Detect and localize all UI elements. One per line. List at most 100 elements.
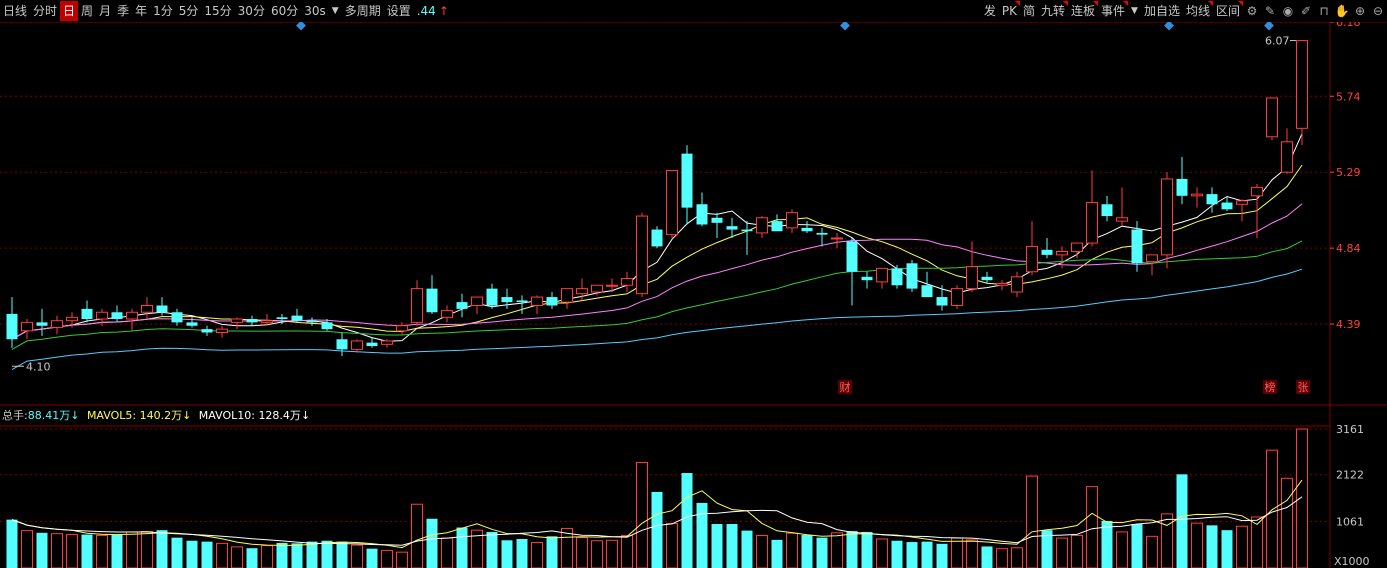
volume-bar [726,524,738,568]
ma30-line [11,240,1303,350]
volume-bar [696,502,708,568]
toolbar-right-item-6[interactable]: 加自选 [1141,1,1183,21]
zoom-out-icon[interactable]: ⊖ [1369,1,1387,21]
volume-bar [621,534,633,568]
event-dropdown-icon[interactable]: ▼ [1128,6,1141,16]
toolbar-right-item-7[interactable]: 均线 [1183,1,1213,21]
toolbar-right-item-8[interactable]: 区间 [1213,1,1244,21]
candle-body [621,278,633,286]
zoom-in-icon[interactable]: ⊕ [1351,1,1369,21]
toolbar-item-8[interactable]: 5分 [176,1,202,21]
volume-bar [681,473,693,568]
mavol5-arrow: ↓ [182,409,192,422]
volume-bar [66,534,78,568]
candle-body [381,340,393,345]
volume-bar [516,538,528,568]
volume-bar [456,527,468,568]
toolbar-item-15[interactable]: .44 [414,1,439,21]
volume-bar [1266,449,1278,568]
candle-body [426,288,438,313]
toolbar-right: 发 PK 简九转 连板 事件 ▼ 加自选 均线 区间 ⚙ ✎ ◉ ✐ ⊓ ✋ ⊕ ⊖ [981,0,1387,22]
toolbar-item-4[interactable]: 月 [96,1,114,21]
toolbar-item-0[interactable]: 日线 [0,1,30,21]
candle-body [186,322,198,326]
candle-body [471,296,483,306]
toolbar-right-item-5[interactable]: 事件 [1098,1,1129,21]
hand-icon[interactable]: ✋ [1333,1,1351,21]
toolbar-item-11[interactable]: 60分 [268,1,301,21]
volume-bar [981,546,993,568]
candle-body [36,322,48,326]
mavol10-label: MAVOL10: [198,409,255,422]
eye-icon[interactable]: ◉ [1279,1,1297,21]
candle-body [906,263,918,289]
volume-bar [546,536,558,568]
volume-bar [306,541,318,568]
toolbar-item-7[interactable]: 1分 [150,1,176,21]
toolbar-item-3[interactable]: 周 [78,1,96,21]
candle-body [1281,141,1293,173]
volume-bar [606,539,618,568]
toolbar-right-item-3[interactable]: 九转 [1038,1,1069,21]
candle-body [501,297,513,303]
toolbar-item-6[interactable]: 年 [132,1,150,21]
lock-icon[interactable]: ⊓ [1315,1,1333,21]
candle-body [141,305,153,313]
volume-bar [876,538,888,568]
volume-bar [1146,535,1158,568]
toolbar-item-5[interactable]: 季 [114,1,132,21]
candle-body [171,312,183,323]
up-arrow-icon: ↑ [438,4,449,18]
candle-body [636,215,648,295]
toolbar-item-13[interactable]: 多周期 [342,1,384,21]
volume-bar [561,527,573,568]
toolbar-item-1[interactable]: 分时 [30,1,60,21]
volume-bar [366,548,378,568]
volume-bar [846,531,858,568]
candle-body [231,318,243,323]
candle-body [1011,276,1023,293]
volume-bar [1116,531,1128,568]
toolbar-right-item-1[interactable]: PK [999,1,1021,21]
candle-body [861,276,873,281]
volume-bar [831,532,843,568]
high-price-label: 6.07 [1265,35,1290,48]
gear-icon[interactable]: ⚙ [1243,1,1261,21]
candle-body [336,339,348,350]
volume-bar [396,551,408,568]
volume-bar [1206,525,1218,568]
volume-bar [501,540,513,568]
toolbar-right-item-2[interactable]: 简 [1020,1,1038,21]
candle-body [576,288,588,295]
candle-body [216,328,228,333]
toolbar-item-10[interactable]: 30分 [235,1,268,21]
candle-body [771,221,783,232]
volume-bar [276,542,288,568]
volume-bar [636,461,648,568]
period-dropdown-icon[interactable]: ▼ [329,6,342,16]
event-diamond-icon [1264,22,1274,31]
toolbar-item-14[interactable]: 设置 [384,1,414,21]
volume-bar [771,539,783,568]
toolbar-item-9[interactable]: 15分 [201,1,234,21]
brush-icon[interactable]: ✐ [1297,1,1315,21]
price-tick-label: 4.84 [1336,242,1361,255]
total-arrow: ↓ [70,409,80,422]
pen-icon[interactable]: ✎ [1261,1,1279,21]
volume-bar [381,549,393,568]
candle-body [6,313,18,340]
event-diamond-icon [1164,22,1174,31]
toolbar-item-12[interactable]: 30s [301,1,329,21]
volume-bar [336,541,348,568]
toolbar-right-item-4[interactable]: 连板 [1068,1,1099,21]
volume-bar [36,532,48,568]
candle-body [441,310,453,318]
toolbar-item-2[interactable]: 日 [60,1,79,21]
marker-label: 张 [1298,381,1309,394]
candle-body [396,325,408,332]
toolbar-right-item-0[interactable]: 发 [981,1,999,21]
volume-bar [921,541,933,568]
candle-body [1146,254,1158,263]
candle-body [516,300,528,303]
mavol5-label: MAVOL5: [86,409,137,422]
